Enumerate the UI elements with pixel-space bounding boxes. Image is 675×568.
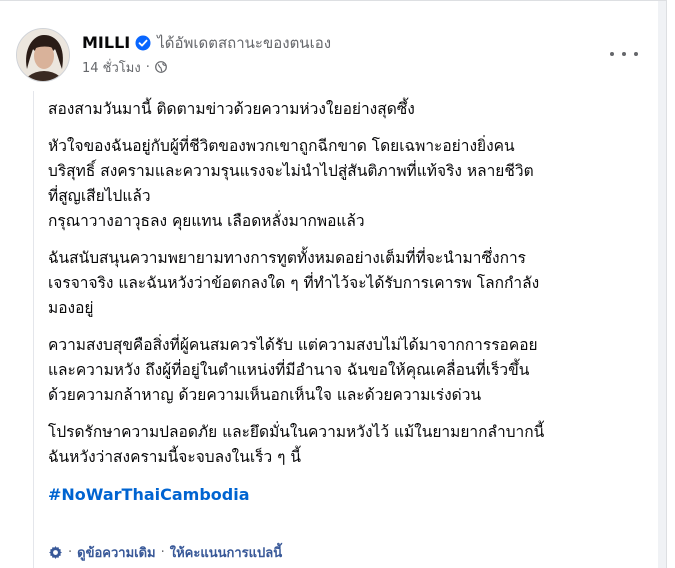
post-line: ฉันหวังว่าสงครามนี้จะจบลงในเร็ว ๆ นี้ xyxy=(48,448,301,466)
post-line: กรุณาวางอาวุธลง คุยแทน เลือดหลั่งมากพอแล… xyxy=(48,212,365,230)
author-name[interactable]: MILLI xyxy=(82,33,130,53)
separator-dot: · xyxy=(68,545,73,560)
post-paragraph: หัวใจของฉันอยู่กับผู้ที่ชีวิตของพวกเขาถู… xyxy=(48,134,656,234)
page-background-strip xyxy=(658,1,666,568)
more-dot-icon xyxy=(634,52,638,56)
post-line: หัวใจของฉันอยู่กับผู้ที่ชีวิตของพวกเขาถู… xyxy=(48,137,515,155)
post-header: MILLI ได้อัพเดตสถานะของตนเอง 14 ชั่วโมง … xyxy=(16,27,331,83)
post-line: เจรจาจริง และฉันหวังว่าข้อตกลงใด ๆ ที่ทำ… xyxy=(48,274,540,292)
post-line: ด้วยความกล้าหาญ ด้วยความเห็นอกเห็นใจ และ… xyxy=(48,386,482,404)
verified-badge-icon xyxy=(135,35,151,51)
separator-dot: · xyxy=(160,545,165,560)
post-meta: MILLI ได้อัพเดตสถานะของตนเอง 14 ชั่วโมง … xyxy=(82,33,331,78)
see-original-link[interactable]: ดูข้อความเดิม xyxy=(77,542,155,563)
hashtag-link[interactable]: #NoWarThaiCambodia xyxy=(48,482,656,507)
globe-icon[interactable] xyxy=(154,61,167,73)
post-line: ความสงบสุขคือสิ่งที่ผู้คนสมควรได้รับ แต่… xyxy=(48,336,538,354)
rate-translation-link[interactable]: ให้คะแนนการแปลนี้ xyxy=(170,542,282,563)
post-line: และความหวัง ถึงผู้ที่อยู่ในตำแหน่งที่มีอ… xyxy=(48,361,530,379)
indent-rule xyxy=(33,91,34,568)
post-paragraph: ความสงบสุขคือสิ่งที่ผู้คนสมควรได้รับ แต่… xyxy=(48,333,656,408)
post-line: โปรดรักษาความปลอดภัย และยึดมั่นในความหวั… xyxy=(48,423,545,441)
post-card: MILLI ได้อัพเดตสถานะของตนเอง 14 ชั่วโมง … xyxy=(0,0,667,568)
post-line: ฉันสนับสนุนความพยายามทางการทูตทั้งหมดอย่… xyxy=(48,249,526,267)
more-dot-icon xyxy=(622,52,626,56)
gear-icon xyxy=(48,545,63,560)
post-paragraph: โปรดรักษาความปลอดภัย และยึดมั่นในความหวั… xyxy=(48,420,656,470)
more-dot-icon xyxy=(610,52,614,56)
post-subline: 14 ชั่วโมง · xyxy=(82,57,331,78)
post-paragraph: ฉันสนับสนุนความพยายามทางการทูตทั้งหมดอย่… xyxy=(48,246,656,321)
separator-dot: · xyxy=(145,59,150,75)
status-text: ได้อัพเดตสถานะของตนเอง xyxy=(157,33,332,52)
author-line: MILLI ได้อัพเดตสถานะของตนเอง xyxy=(82,33,331,53)
translation-footer: · ดูข้อความเดิม · ให้คะแนนการแปลนี้ xyxy=(48,542,282,563)
post-line: สองสามวันมานี้ ติดตามข่าวด้วยความห่วงใยอ… xyxy=(48,100,415,118)
avatar-image xyxy=(17,29,69,81)
post-timestamp[interactable]: 14 ชั่วโมง xyxy=(82,57,141,78)
post-line: บริสุทธิ์ สงครามและความรุนแรงจะไม่นำไปสู… xyxy=(48,162,534,180)
avatar[interactable] xyxy=(16,28,70,82)
post-line: ที่สูญเสียไปแล้ว xyxy=(48,187,151,205)
post-paragraph: สองสามวันมานี้ ติดตามข่าวด้วยความห่วงใยอ… xyxy=(48,97,656,122)
more-options-button[interactable] xyxy=(610,47,638,61)
post-line: มองอยู่ xyxy=(48,299,94,317)
post-body: สองสามวันมานี้ ติดตามข่าวด้วยความห่วงใยอ… xyxy=(48,97,656,507)
